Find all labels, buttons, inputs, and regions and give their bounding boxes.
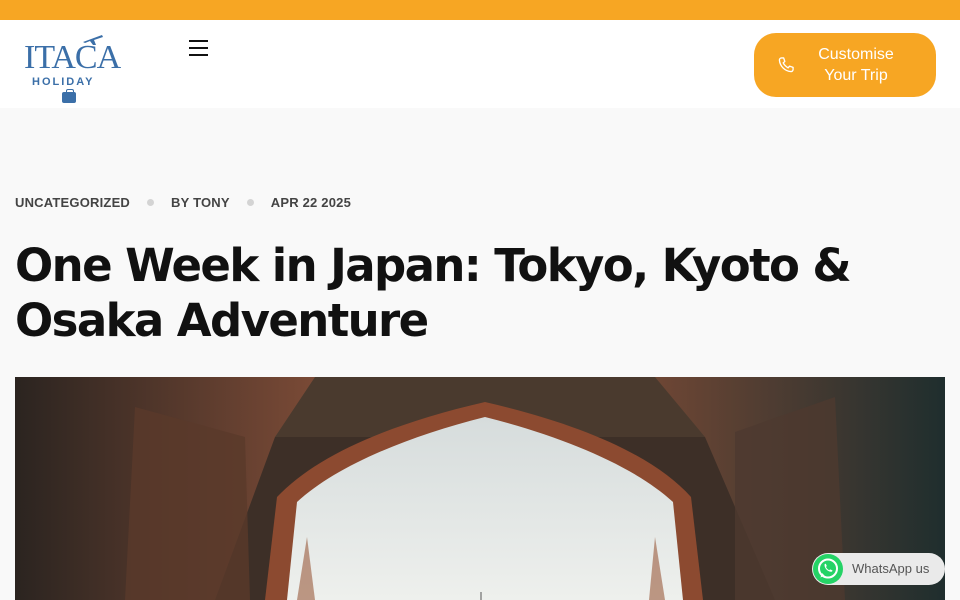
logo-subtitle: HOLIDAY bbox=[32, 76, 95, 88]
hamburger-menu-icon[interactable] bbox=[186, 37, 212, 59]
post-author[interactable]: BY TONY bbox=[171, 195, 230, 210]
top-accent-bar bbox=[0, 0, 960, 20]
whatsapp-label: WhatsApp us bbox=[852, 561, 930, 576]
site-header: ITACA HOLIDAY Customise Your Trip bbox=[0, 20, 960, 108]
meta-separator bbox=[246, 198, 254, 206]
cta-label: Customise Your Trip bbox=[818, 46, 894, 84]
airplane-icon bbox=[83, 35, 103, 45]
whatsapp-icon bbox=[813, 554, 843, 584]
whatsapp-button[interactable]: WhatsApp us bbox=[812, 553, 945, 585]
site-logo[interactable]: ITACA HOLIDAY bbox=[22, 32, 121, 103]
post-category-link[interactable]: UNCATEGORIZED bbox=[15, 195, 130, 210]
suitcase-icon bbox=[62, 89, 76, 103]
hero-image bbox=[15, 377, 945, 600]
customise-trip-button[interactable]: Customise Your Trip bbox=[754, 33, 936, 97]
meta-separator bbox=[147, 198, 155, 206]
logo-text: ITACA bbox=[24, 39, 121, 76]
phone-icon bbox=[778, 57, 794, 73]
post-title: One Week in Japan: Tokyo, Kyoto & Osaka … bbox=[15, 239, 852, 347]
post-date: APR 22 2025 bbox=[270, 194, 352, 210]
post-meta: UNCATEGORIZED BY TONY APR 22 2025 bbox=[15, 193, 351, 211]
